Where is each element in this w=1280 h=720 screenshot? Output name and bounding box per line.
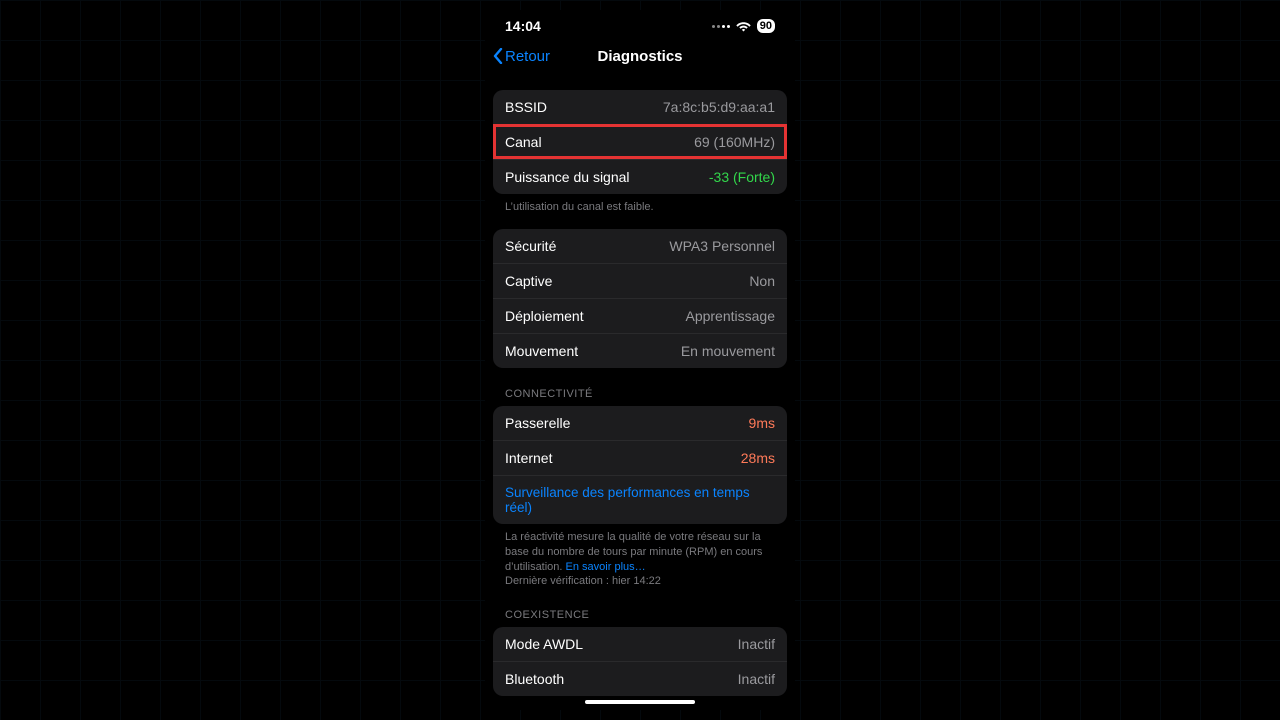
- row-value: 9ms: [749, 415, 775, 431]
- row-value: Non: [749, 273, 775, 289]
- row-label: Puissance du signal: [505, 169, 630, 185]
- row-security[interactable]: Sécurité WPA3 Personnel: [493, 229, 787, 263]
- row-value: En mouvement: [681, 343, 775, 359]
- row-value: Inactif: [738, 636, 775, 652]
- row-awdl[interactable]: Mode AWDL Inactif: [493, 627, 787, 661]
- learn-more-link[interactable]: En savoir plus…: [566, 561, 646, 573]
- row-value: 69 (160MHz): [694, 134, 775, 150]
- footer-text-2: Dernière vérification : hier 14:22: [505, 575, 661, 587]
- row-label: Déploiement: [505, 308, 584, 324]
- row-movement[interactable]: Mouvement En mouvement: [493, 333, 787, 368]
- row-label: Sécurité: [505, 238, 556, 254]
- row-deployment[interactable]: Déploiement Apprentissage: [493, 298, 787, 333]
- group-coexistence: Mode AWDL Inactif Bluetooth Inactif: [493, 627, 787, 696]
- back-button[interactable]: Retour: [493, 48, 550, 65]
- row-label: Passerelle: [505, 415, 570, 431]
- group-network: BSSID 7a:8c:b5:d9:aa:a1 Canal 69 (160MHz…: [493, 90, 787, 194]
- row-label: Bluetooth: [505, 671, 564, 687]
- nav-bar: Retour Diagnostics: [485, 38, 795, 76]
- row-value: Inactif: [738, 671, 775, 687]
- back-label: Retour: [505, 48, 550, 65]
- chevron-left-icon: [493, 48, 503, 64]
- row-label: BSSID: [505, 99, 547, 115]
- home-indicator[interactable]: [585, 700, 695, 704]
- row-label: Mode AWDL: [505, 636, 583, 652]
- row-value: Apprentissage: [685, 308, 775, 324]
- status-bar: 14:04 90: [485, 10, 795, 38]
- cellular-signal-icon: [712, 25, 730, 28]
- row-label: Internet: [505, 450, 552, 466]
- row-internet[interactable]: Internet 28ms: [493, 440, 787, 475]
- row-captive[interactable]: Captive Non: [493, 263, 787, 298]
- row-signal[interactable]: Puissance du signal -33 (Forte): [493, 159, 787, 194]
- row-value: WPA3 Personnel: [669, 238, 775, 254]
- group-footer: L’utilisation du canal est faible.: [493, 194, 787, 215]
- row-bssid[interactable]: BSSID 7a:8c:b5:d9:aa:a1: [493, 90, 787, 124]
- connectivity-footer: La réactivité mesure la qualité de votre…: [493, 524, 787, 589]
- group-security: Sécurité WPA3 Personnel Captive Non Dépl…: [493, 229, 787, 368]
- row-bluetooth[interactable]: Bluetooth Inactif: [493, 661, 787, 696]
- row-gateway[interactable]: Passerelle 9ms: [493, 406, 787, 440]
- row-value: -33 (Forte): [709, 169, 775, 185]
- section-header-connectivity: CONNECTIVITÉ: [493, 368, 787, 404]
- section-header-coexistence: COEXISTENCE: [493, 589, 787, 625]
- wifi-icon: [736, 20, 751, 32]
- row-value: 7a:8c:b5:d9:aa:a1: [663, 99, 775, 115]
- group-connectivity: Passerelle 9ms Internet 28ms Surveillanc…: [493, 406, 787, 524]
- row-label: Captive: [505, 273, 552, 289]
- battery-indicator: 90: [757, 19, 775, 33]
- row-label: Canal: [505, 134, 542, 150]
- row-canal[interactable]: Canal 69 (160MHz): [493, 124, 787, 159]
- status-time: 14:04: [505, 18, 541, 34]
- phone-screen: 14:04 90 Retour Diagnostics BSSID 7a: [485, 10, 795, 710]
- row-label: Mouvement: [505, 343, 578, 359]
- row-value: 28ms: [741, 450, 775, 466]
- link-realtime-monitoring[interactable]: Surveillance des performances en temps r…: [493, 475, 787, 524]
